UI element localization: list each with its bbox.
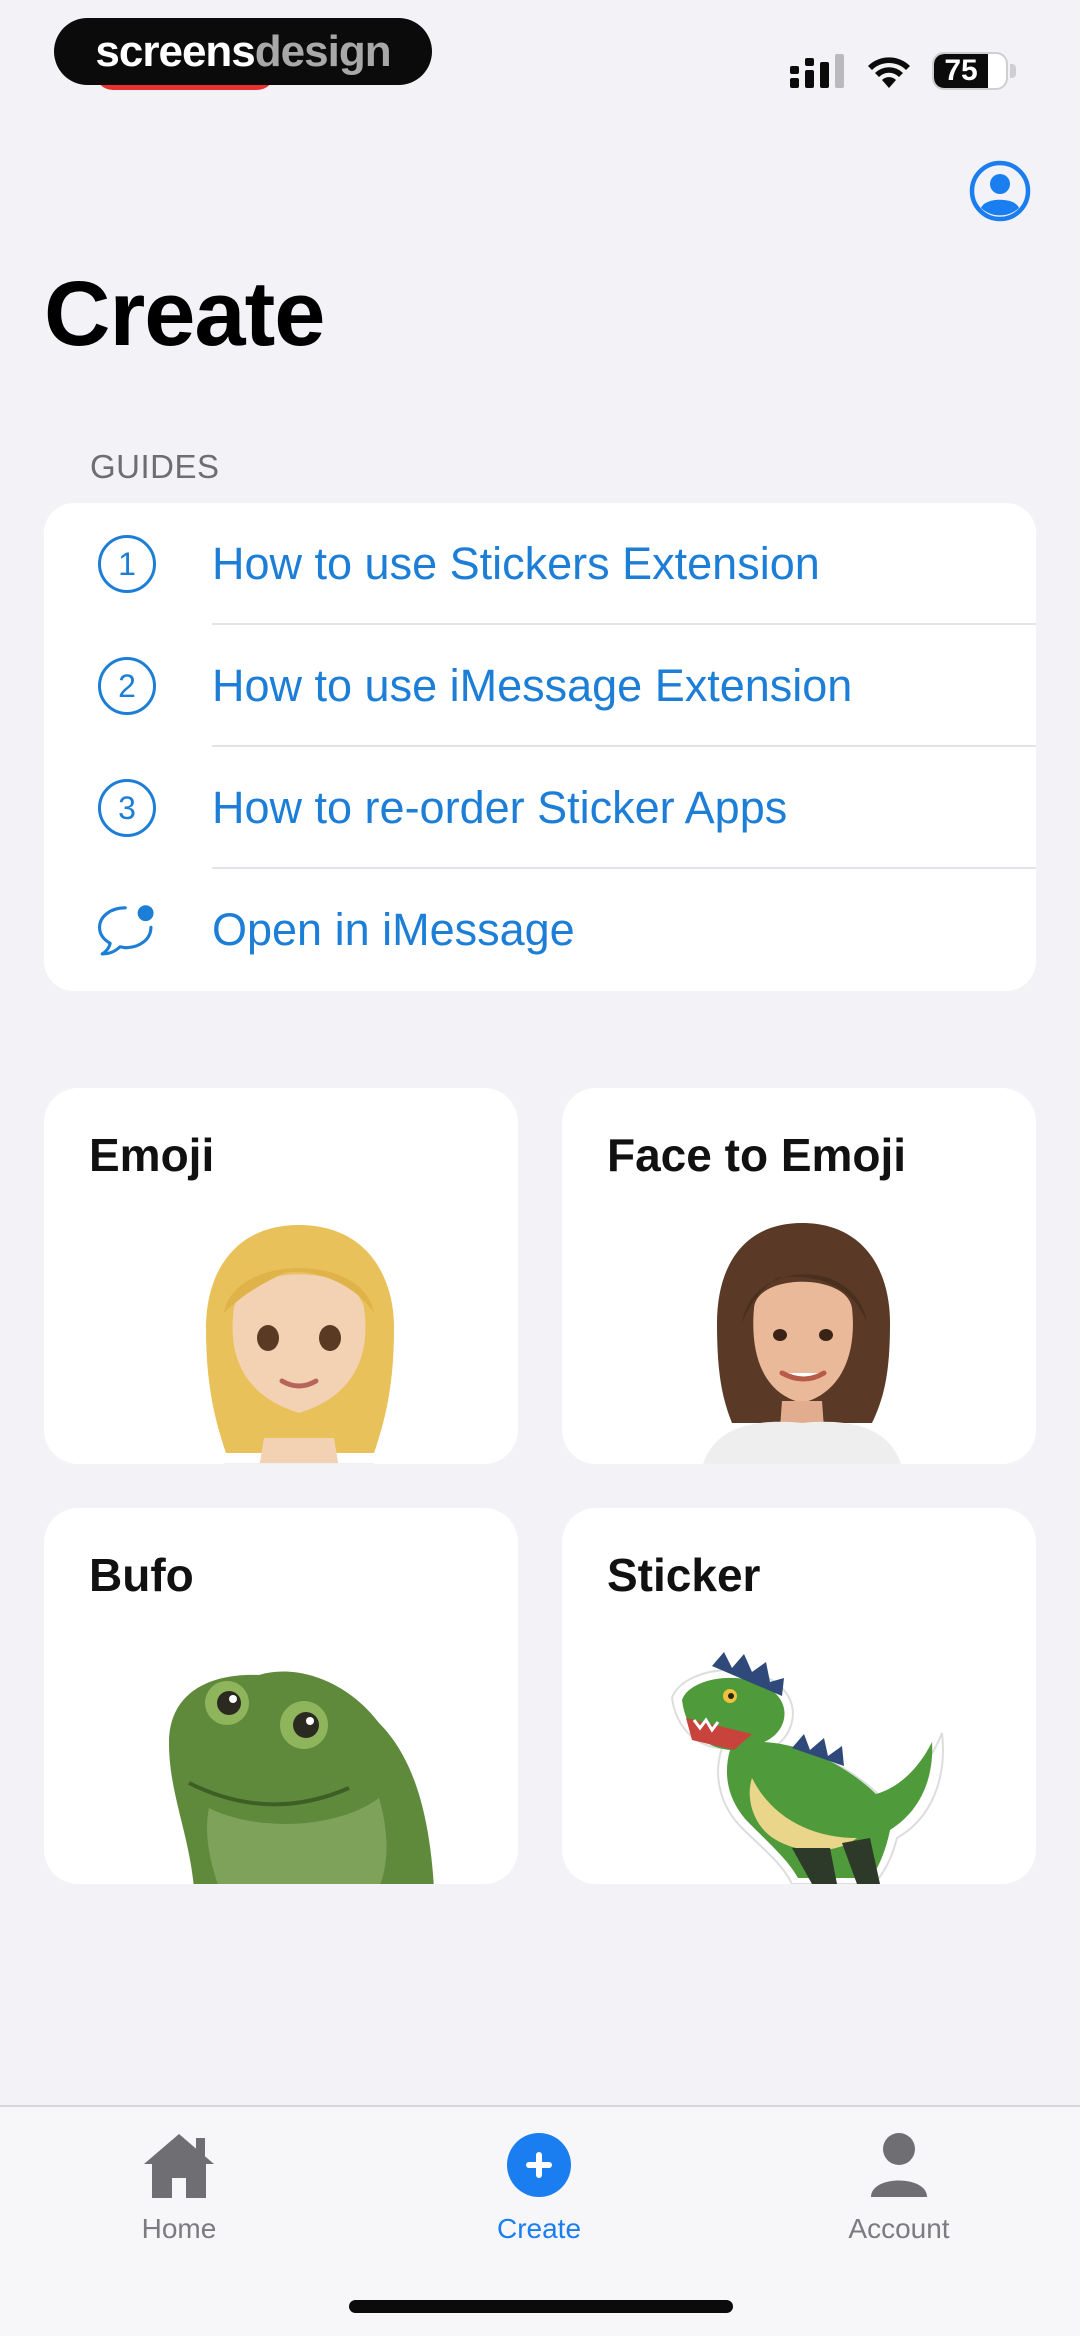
home-indicator[interactable] [349, 2300, 733, 2313]
guide-number: 1 [98, 535, 156, 593]
guide-item-open-in-imessage[interactable]: Open in iMessage [44, 869, 1036, 991]
tab-label: Account [848, 2213, 950, 2244]
profile-icon [969, 160, 1031, 222]
guide-number: 2 [98, 657, 156, 715]
card-title: Sticker [607, 1549, 761, 1601]
frog-bufo-image [169, 1671, 434, 1884]
tab-create[interactable]: Create [419, 2127, 659, 2257]
bufo-card[interactable]: Bufo [44, 1508, 518, 1884]
emoji-card[interactable]: Emoji [44, 1088, 518, 1464]
dinosaur-sticker-image [670, 1652, 944, 1884]
guide-item-reorder-sticker-apps[interactable]: 3 How to re-order Sticker Apps [44, 747, 1036, 869]
guide-label: How to use Stickers Extension [212, 538, 820, 589]
tab-account[interactable]: Account [779, 2127, 1019, 2257]
profile-button[interactable] [967, 158, 1033, 224]
guide-item-imessage-extension[interactable]: 2 How to use iMessage Extension [44, 625, 1036, 747]
watermark-logo: screens design [54, 18, 432, 85]
tab-label: Home [141, 2213, 217, 2244]
wifi-icon [868, 57, 910, 88]
guide-number: 3 [98, 779, 156, 837]
house-icon [139, 2127, 219, 2203]
face-to-emoji-card[interactable]: Face to Emoji [562, 1088, 1036, 1464]
person-icon [859, 2127, 939, 2203]
create-screen: screens design 75 Create GUIDES 1 How to… [0, 0, 1080, 2336]
watermark-text-design: design [254, 26, 392, 76]
number-two-icon: 2 [96, 655, 158, 717]
page-title: Create [44, 263, 325, 365]
card-title: Emoji [89, 1129, 215, 1181]
plus-circle-icon [499, 2127, 579, 2203]
sticker-card[interactable]: Sticker [562, 1508, 1036, 1884]
battery-icon: 75 [932, 52, 1008, 90]
tab-home[interactable]: Home [59, 2127, 299, 2257]
tab-label: Create [496, 2213, 582, 2244]
guide-label: How to use iMessage Extension [212, 660, 853, 711]
guide-label: How to re-order Sticker Apps [212, 782, 788, 833]
battery-cap [1010, 64, 1016, 78]
blonde-woman-emoji-image [206, 1225, 394, 1464]
signal-icon [790, 54, 844, 88]
number-three-icon: 3 [96, 777, 158, 839]
number-one-icon: 1 [96, 533, 158, 595]
card-title: Face to Emoji [607, 1129, 907, 1181]
message-bubble-icon [96, 899, 158, 961]
status-bar: screens design 75 [0, 0, 1080, 110]
brunette-woman-portrait-image [703, 1223, 901, 1464]
card-title: Bufo [89, 1549, 194, 1601]
battery-level: 75 [944, 54, 978, 87]
guides-section-header: GUIDES [90, 448, 220, 485]
watermark-text-screens: screens [95, 26, 255, 76]
guide-item-stickers-extension[interactable]: 1 How to use Stickers Extension [44, 503, 1036, 625]
guides-list: 1 How to use Stickers Extension 2 How to… [44, 503, 1036, 991]
guide-label: Open in iMessage [212, 904, 575, 955]
